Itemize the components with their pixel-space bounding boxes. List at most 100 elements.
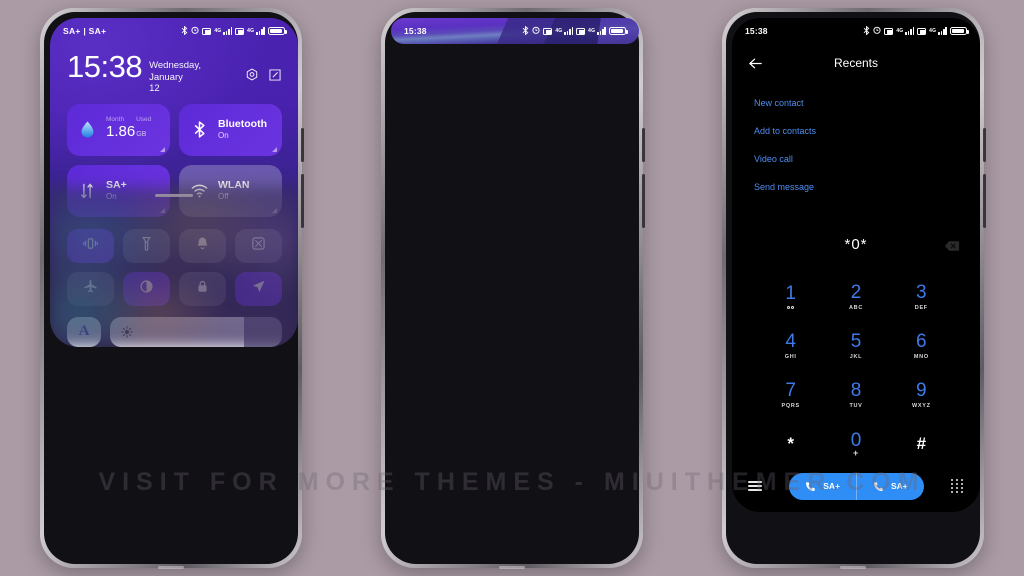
clock-date-line1: Wednesday, January <box>149 60 202 83</box>
volume-button[interactable] <box>642 128 645 162</box>
dial-key-9[interactable]: 9 WXYZ <box>889 372 954 417</box>
dial-key-8[interactable]: 8 TUV <box>823 372 888 417</box>
key-digit: 9 <box>916 379 927 401</box>
menu-item-send-message[interactable]: Send message <box>754 174 958 202</box>
dialer-bottom-bar: SA+ SA+ <box>732 466 980 512</box>
key-letters: JKL <box>849 353 863 360</box>
dial-key-3[interactable]: 3 DEF <box>889 274 954 319</box>
tile-data-usage[interactable]: Month Used 1.86GB <box>67 103 170 156</box>
key-digit: 4 <box>785 330 796 352</box>
tile-bluetooth-state: On <box>218 131 229 140</box>
call-button-sim2[interactable]: SA+ <box>856 472 924 500</box>
voicemail-icon <box>786 305 795 310</box>
status-time: 15:38 <box>745 26 768 36</box>
number-display-row: *0* <box>732 230 980 258</box>
key-digit: 2 <box>850 281 862 303</box>
phone-bezel: SA+ | SA+ 4G 4G 15:38 Wednesday, January… <box>44 12 298 564</box>
phone-call-icon <box>874 481 883 491</box>
backspace-icon[interactable] <box>944 239 960 251</box>
menu-item-new-contact[interactable]: New contact <box>754 90 958 118</box>
bluetooth-icon <box>863 25 870 37</box>
hamburger-menu-icon[interactable] <box>748 481 762 491</box>
dialer-header: Recents <box>732 44 980 82</box>
network-type-label-2: 4G <box>247 28 255 34</box>
menu-item-add-to-contacts[interactable]: Add to contacts <box>754 118 958 146</box>
key-letters: MNO <box>913 353 929 360</box>
dial-key-hash[interactable]: # <box>889 421 954 466</box>
tile-bluetooth[interactable]: Bluetooth On <box>179 103 282 156</box>
data-usage-drop-icon <box>76 119 98 141</box>
key-digit: 5 <box>850 330 862 352</box>
tile-data-value: 1.86GB <box>106 124 151 143</box>
dialer-content: 15:38 4G 4G Recents New contact Add to c… <box>732 18 980 512</box>
lock-screen-content: SA+ | SA+ 4G 4G 15:38 Wednesday, January… <box>50 18 298 347</box>
dial-key-6[interactable]: 6 MNO <box>889 323 954 368</box>
context-menu-list: New contact Add to contacts Video call S… <box>732 82 980 202</box>
volume-button[interactable] <box>983 128 986 162</box>
bottom-speaker <box>840 566 866 569</box>
key-digit: 8 <box>850 379 862 401</box>
keypad-grid-icon[interactable] <box>951 478 964 494</box>
page-title: Recents <box>833 56 879 70</box>
menu-item-video-call[interactable]: Video call <box>754 146 958 174</box>
sim1-icon <box>202 27 212 35</box>
sim2-icon <box>576 27 586 35</box>
status-bar: 15:38 4G 4G <box>391 18 639 44</box>
power-button[interactable] <box>301 174 304 228</box>
sim2-icon <box>917 27 927 35</box>
dial-key-star[interactable]: * <box>758 421 823 466</box>
dial-key-7[interactable]: 7 PQRS <box>758 372 823 417</box>
sim1-icon <box>884 27 894 35</box>
phone-bezel: 15:38 4G 4G Recents New contact Add to c… <box>726 12 980 564</box>
signal-icon-2 <box>597 27 606 35</box>
clock-time: 15:38 <box>67 49 143 84</box>
dial-key-0[interactable]: 0 + <box>823 421 888 466</box>
settings-gear-icon[interactable] <box>245 68 259 82</box>
status-bar: SA+ | SA+ 4G 4G <box>50 18 298 44</box>
power-button[interactable] <box>983 174 986 228</box>
tile-expand-corner[interactable] <box>160 146 165 152</box>
carrier-label: SA+ | SA+ <box>63 26 107 36</box>
key-letters: TUV <box>849 402 863 409</box>
dial-key-5[interactable]: 5 JKL <box>823 323 888 368</box>
phone-home-screen: 15:38 4G 4G Mi <box>381 8 645 569</box>
network-type-label-2: 4G <box>929 28 937 34</box>
volume-button[interactable] <box>301 128 304 162</box>
dialed-number: *0* <box>844 235 868 253</box>
battery-icon <box>268 26 287 36</box>
bottom-speaker <box>158 566 184 569</box>
battery-icon <box>950 26 969 36</box>
key-letters: WXYZ <box>911 402 931 409</box>
tile-row-1: Month Used 1.86GB Bluetooth On <box>67 103 282 156</box>
tile-data-head-used: Used <box>136 116 152 123</box>
tile-bluetooth-label: Bluetooth <box>218 118 267 130</box>
network-type-label: 4G <box>896 28 904 34</box>
call-button-sim1[interactable]: SA+ <box>789 473 856 500</box>
sim1-icon <box>543 27 553 35</box>
home-screen-content: 15:38 4G 4G Mi <box>391 18 639 44</box>
network-type-label-2: 4G <box>588 28 596 34</box>
status-bar: 15:38 4G 4G <box>732 18 980 44</box>
network-type-label: 4G <box>214 28 222 34</box>
key-digit: * <box>787 433 794 453</box>
bottom-speaker <box>499 566 525 569</box>
edit-icon[interactable] <box>268 68 282 82</box>
data-unit: GB <box>136 131 147 138</box>
call-buttons-group: SA+ SA+ <box>789 472 924 500</box>
data-amount: 1.86 <box>106 123 136 140</box>
key-letters: + <box>853 448 859 458</box>
phone-bezel: 15:38 4G 4G Mi <box>385 12 639 564</box>
dial-key-4[interactable]: 4 GHI <box>758 323 823 368</box>
key-digit: 1 <box>785 282 796 304</box>
alarm-icon <box>873 26 881 36</box>
signal-icon-2 <box>256 27 265 35</box>
back-arrow-icon[interactable] <box>747 55 764 72</box>
key-digit: 3 <box>916 281 927 303</box>
call-button-label: SA+ <box>891 481 908 491</box>
power-button[interactable] <box>642 174 645 228</box>
dial-key-1[interactable]: 1 <box>758 274 823 319</box>
tile-expand-corner[interactable] <box>272 146 277 152</box>
signal-icon-2 <box>938 27 947 35</box>
network-type-label: 4G <box>555 28 563 34</box>
dial-key-2[interactable]: 2 ABC <box>823 274 888 319</box>
